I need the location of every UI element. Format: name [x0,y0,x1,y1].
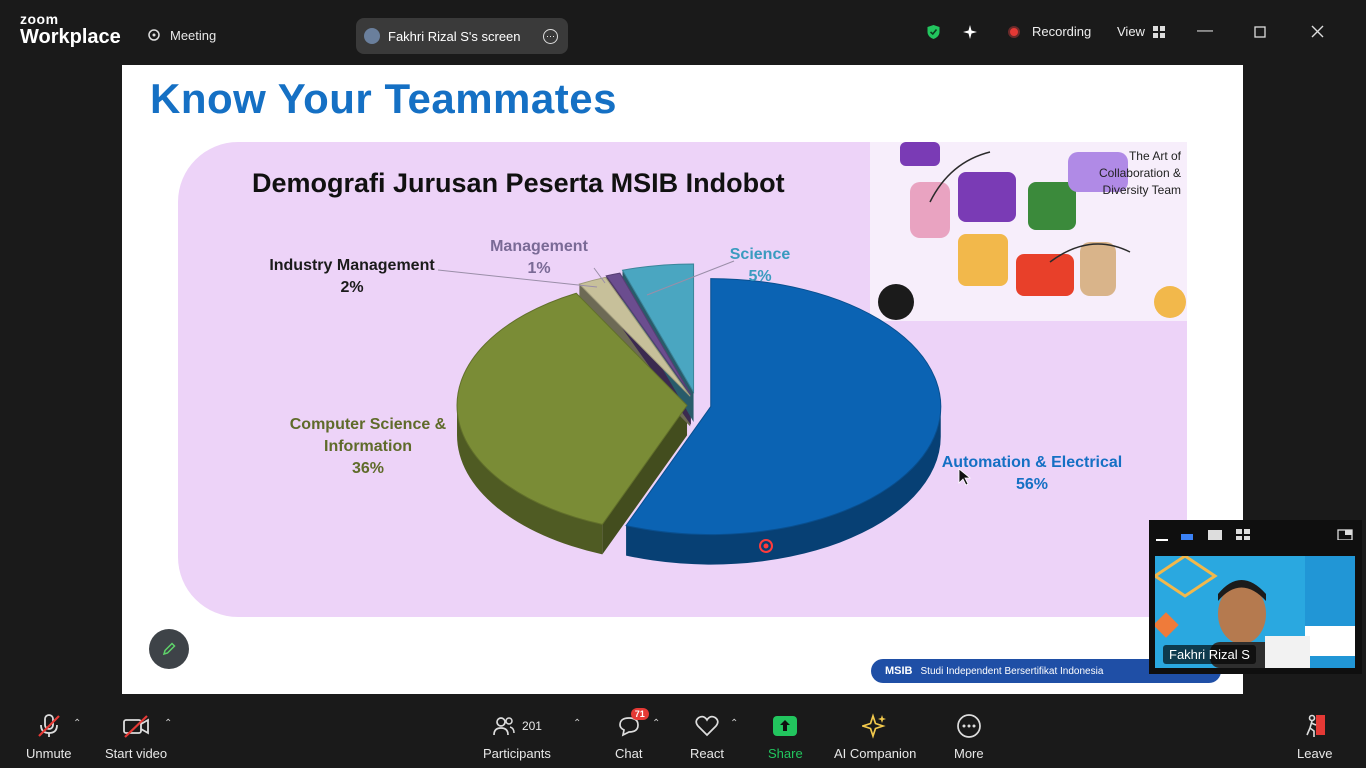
heart-icon [694,712,720,740]
start-video-label: Start video [105,746,168,761]
meeting-button[interactable]: Meeting [146,27,216,43]
ai-sparkle-icon [862,712,888,740]
share-label: Share [768,746,803,761]
react-label: React [690,746,724,761]
video-options-chevron-icon[interactable]: ⌃ [164,718,172,729]
view-label: View [1117,24,1145,39]
label-management: Management 1% [474,236,604,280]
label-cs-pct: 36% [351,460,385,477]
footer-brand: MSIB [885,665,913,677]
meeting-label: Meeting [170,27,217,43]
single-view-icon[interactable] [1207,528,1223,540]
participants-button[interactable]: 201 Participants [483,712,551,761]
audio-options-chevron-icon[interactable]: ⌃ [73,718,81,729]
participants-count: 201 [521,719,542,733]
label-automation: Automation & Electrical 56% [922,452,1142,496]
more-options-icon[interactable]: ··· [543,28,558,44]
thumbnail-view-icon[interactable] [1180,530,1194,542]
ai-companion-button[interactable]: AI Companion [834,712,916,761]
video-tile-toolbar [1149,520,1362,552]
participants-chevron-icon[interactable]: ⌃ [573,718,581,729]
zoom-logo: zoom Workplace [20,12,121,47]
share-button[interactable]: Share [768,712,803,761]
chat-icon: 71 [617,708,649,740]
label-cs-name-1: Computer Science & [289,416,447,433]
grid-view-icon [1152,25,1165,38]
unmute-button[interactable]: Unmute [26,712,72,761]
chat-label: Chat [615,746,643,761]
participants-label: Participants [483,746,551,761]
hide-video-icon[interactable] [1155,530,1169,542]
participant-name: Fakhri Rizal S [1163,645,1256,664]
label-management-pct: 1% [527,260,551,277]
label-industry-pct: 2% [340,279,364,296]
annotate-pen-button[interactable] [149,629,189,669]
ai-companion-label: AI Companion [834,746,917,761]
chat-button[interactable]: 71 Chat [615,708,649,761]
leave-door-icon [1302,712,1328,740]
participants-icon-group: 201 [492,712,542,740]
label-industry-name: Industry Management [269,257,435,274]
close-window-icon[interactable] [1311,25,1324,43]
presenter-avatar-icon [364,28,380,44]
leave-label: Leave [1297,746,1333,761]
minimize-window-icon[interactable]: — [1197,22,1213,40]
label-science-pct: 5% [748,268,772,285]
logo-line-2: Workplace [20,26,121,48]
zoom-meeting-window: zoom Workplace Meeting Fakhri Rizal S's … [0,0,1366,768]
unmute-label: Unmute [26,746,72,761]
label-computer-science: Computer Science & Information 36% [272,414,464,480]
grid-tile-icon[interactable] [1235,528,1251,540]
share-screen-icon [772,712,798,740]
screen-share-label: Fakhri Rizal S's screen [388,28,521,44]
start-video-button[interactable]: Start video [105,712,167,761]
sparkle-icon[interactable] [962,24,978,40]
more-icon [956,712,982,740]
react-chevron-icon[interactable]: ⌃ [730,718,738,729]
meeting-controls-toolbar: Unmute ⌃ Start video ⌃ 201 Participants … [0,700,1366,768]
top-bar: zoom Workplace Meeting Fakhri Rizal S's … [0,0,1366,64]
label-industry-management: Industry Management 2% [258,255,446,299]
label-management-name: Management [490,238,588,255]
participants-icon [493,717,515,736]
logo-line-1: zoom [20,11,59,27]
chat-chevron-icon[interactable]: ⌃ [652,718,660,729]
security-shield-icon[interactable] [926,24,941,40]
video-off-icon [122,712,150,740]
maximize-window-icon[interactable] [1254,25,1266,43]
footer-text: Studi Independent Bersertifikat Indonesi… [920,665,1104,677]
recording-dot-icon [1008,25,1020,38]
leave-button[interactable]: Leave [1297,712,1332,761]
chat-unread-badge: 71 [630,708,649,720]
pop-out-icon[interactable] [1337,528,1353,540]
shared-screen-slide: Know Your Teammates Demografi Jurusan Pe… [122,65,1243,694]
view-button[interactable]: View [1117,24,1165,39]
label-science-name: Science [729,246,791,263]
react-button[interactable]: React [690,712,724,761]
label-automation-name: Automation & Electrical [941,454,1123,471]
pie-chart [437,260,972,565]
label-science: Science 5% [710,244,810,288]
label-cs-name-2: Information [324,438,412,455]
participant-video-tile[interactable]: Fakhri Rizal S [1149,520,1362,674]
participant-video-feed: Fakhri Rizal S [1155,556,1355,668]
pen-icon [162,642,176,656]
more-button[interactable]: More [954,712,984,761]
screen-share-indicator[interactable]: Fakhri Rizal S's screen ··· [356,18,568,54]
recording-label: Recording [1032,24,1092,39]
muted-microphone-icon [36,712,62,740]
meeting-icon [148,29,160,41]
recording-indicator[interactable]: Recording [1008,24,1091,39]
more-label: More [954,746,984,761]
label-automation-pct: 56% [1015,476,1049,493]
laser-pointer-dot [763,543,769,549]
